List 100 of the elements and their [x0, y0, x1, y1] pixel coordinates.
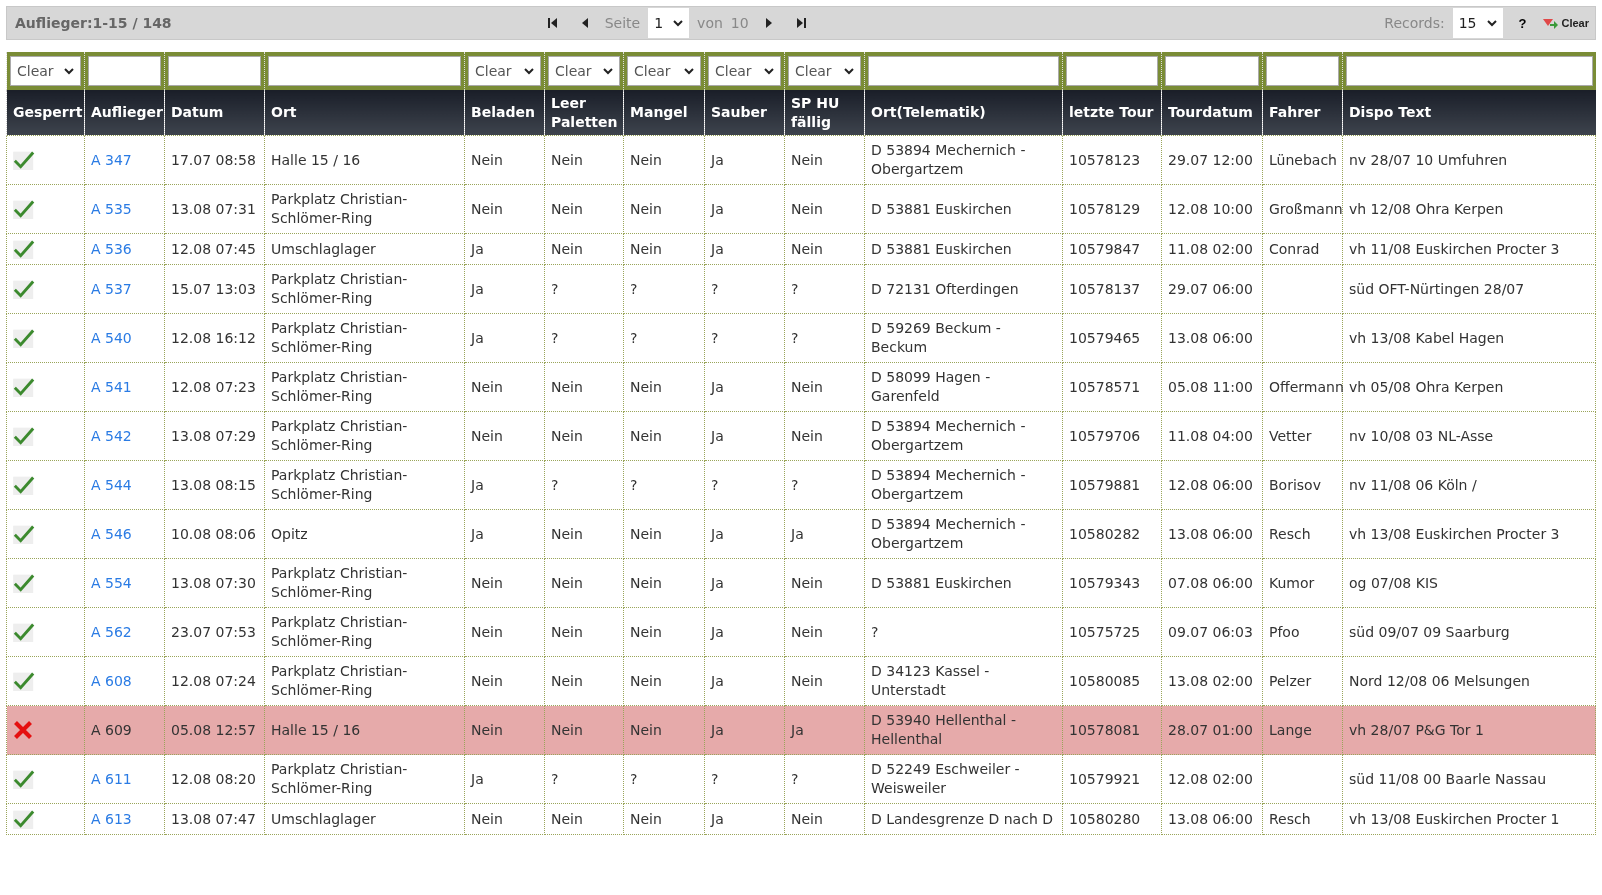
table-cell: Ja: [471, 770, 484, 787]
column-header[interactable]: Ort(Telematik): [864, 90, 1063, 136]
trailer-link[interactable]: A 537: [91, 280, 132, 297]
table-cell: 10579706: [1069, 427, 1141, 444]
column-header[interactable]: Sauber: [704, 90, 785, 136]
table-cell: Nein: [551, 200, 583, 217]
column-header[interactable]: Beladen: [464, 90, 545, 136]
table-cell: Halle 15 / 16: [271, 151, 361, 168]
table-cell: 13.08 07:31: [171, 200, 256, 217]
table-cell: ?: [551, 476, 559, 493]
trailer-link[interactable]: A 542: [91, 427, 132, 444]
table-cell: 13.08 08:15: [171, 476, 256, 493]
trailer-link[interactable]: A 611: [91, 770, 132, 787]
column-header[interactable]: Leer Paletten: [544, 90, 624, 136]
filter-select[interactable]: Clear: [548, 56, 620, 86]
table-cell: vh 11/08 Euskirchen Procter 3: [1349, 240, 1560, 257]
table-cell: 10579465: [1069, 329, 1141, 346]
page-select[interactable]: 1: [648, 8, 690, 38]
table-cell: Ja: [711, 151, 724, 168]
table-cell: 10579343: [1069, 574, 1141, 591]
column-header[interactable]: Fahrer: [1262, 90, 1343, 136]
table-cell: Nein: [630, 810, 662, 827]
column-header[interactable]: Ort: [264, 90, 465, 136]
table-cell: süd 09/07 09 Saarburg: [1349, 623, 1510, 640]
filter-select[interactable]: Clear: [627, 56, 701, 86]
table-cell: Ja: [711, 378, 724, 395]
table-cell: Parkplatz Christian-Schlömer-Ring: [271, 565, 408, 600]
records-select[interactable]: 15: [1452, 8, 1503, 38]
table-cell: 12.08 07:23: [171, 378, 256, 395]
table-cell: vh 05/08 Ohra Kerpen: [1349, 378, 1504, 395]
table-cell: 12.08 08:20: [171, 770, 256, 787]
table-cell: Nein: [791, 240, 823, 257]
table-cell: Nein: [551, 623, 583, 640]
table-cell: D Landesgrenze D nach D: [871, 810, 1053, 827]
table-cell: og 07/08 KIS: [1349, 574, 1438, 591]
column-header[interactable]: SP HU fällig: [784, 90, 865, 136]
trailer-link[interactable]: A 562: [91, 623, 132, 640]
table-cell: 05.08 11:00: [1168, 378, 1253, 395]
trailer-link[interactable]: A 546: [91, 525, 132, 542]
table-cell: ?: [711, 280, 719, 297]
table-cell: vh 13/08 Euskirchen Procter 3: [1349, 525, 1560, 542]
trailer-link[interactable]: A 544: [91, 476, 132, 493]
table-cell: Nein: [630, 200, 662, 217]
table-cell: Nein: [471, 151, 503, 168]
table-cell: ?: [711, 770, 719, 787]
table-cell: A 609: [91, 721, 132, 738]
table-cell: ?: [551, 280, 559, 297]
table-cell: Vetter: [1269, 427, 1312, 444]
filter-select[interactable]: Clear: [10, 56, 81, 86]
filter-select[interactable]: Clear: [788, 56, 861, 86]
trailer-link[interactable]: A 554: [91, 574, 132, 591]
filter-select[interactable]: Clear: [708, 56, 781, 86]
table-cell: 11.08 02:00: [1168, 240, 1253, 257]
trailer-link[interactable]: A 347: [91, 151, 132, 168]
trailer-link[interactable]: A 540: [91, 329, 132, 346]
column-header[interactable]: Gesperrt: [6, 90, 85, 136]
table-cell: Nein: [471, 378, 503, 395]
filter-select[interactable]: Clear: [468, 56, 541, 86]
table-cell: Lünebach: [1269, 151, 1337, 168]
help-button[interactable]: ?: [1510, 15, 1535, 31]
column-header[interactable]: Mangel: [623, 90, 705, 136]
table-cell: Parkplatz Christian-Schlömer-Ring: [271, 369, 408, 404]
table-cell: Nein: [630, 378, 662, 395]
table-cell: 10579847: [1069, 240, 1141, 257]
column-header[interactable]: letzte Tour: [1062, 90, 1162, 136]
table-cell: 13.08 06:00: [1168, 810, 1253, 827]
table-cell: ?: [630, 280, 638, 297]
of-label: von: [697, 15, 723, 31]
column-header[interactable]: Datum: [164, 90, 265, 136]
table-cell: Nein: [551, 378, 583, 395]
table-cell: Nein: [630, 525, 662, 542]
table-cell: Ja: [471, 476, 484, 493]
table-cell: vh 28/07 P&G Tor 1: [1349, 721, 1484, 738]
table-cell: Nein: [791, 427, 823, 444]
table-cell: 10578129: [1069, 200, 1141, 217]
trailer-link[interactable]: A 608: [91, 672, 132, 689]
table-cell: 29.07 06:00: [1168, 280, 1253, 297]
table-cell: Ja: [711, 200, 724, 217]
table-cell: Ja: [471, 280, 484, 297]
table-cell: ?: [630, 770, 638, 787]
table-cell: Borisov: [1269, 476, 1321, 493]
table-cell: 13.08 06:00: [1168, 329, 1253, 346]
table-cell: Conrad: [1269, 240, 1320, 257]
table-cell: Nein: [791, 672, 823, 689]
clear-button[interactable]: Clear: [1542, 16, 1589, 30]
table-cell: Nein: [791, 378, 823, 395]
table-cell: Nein: [630, 151, 662, 168]
table-cell: 17.07 08:58: [171, 151, 256, 168]
trailer-link[interactable]: A 535: [91, 200, 132, 217]
table-cell: 10.08 08:06: [171, 525, 256, 542]
column-header[interactable]: Auflieger: [84, 90, 165, 136]
column-header[interactable]: Dispo Text: [1342, 90, 1596, 136]
table-cell: Parkplatz Christian-Schlömer-Ring: [271, 761, 408, 796]
table-cell: Ja: [711, 574, 724, 591]
table-cell: ?: [630, 329, 638, 346]
table-cell: Nein: [471, 200, 503, 217]
table-cell: 13.08 07:47: [171, 810, 256, 827]
table-cell: Parkplatz Christian-Schlömer-Ring: [271, 614, 408, 649]
trailer-link[interactable]: A 541: [91, 378, 132, 395]
column-header[interactable]: Tourdatum: [1161, 90, 1263, 136]
